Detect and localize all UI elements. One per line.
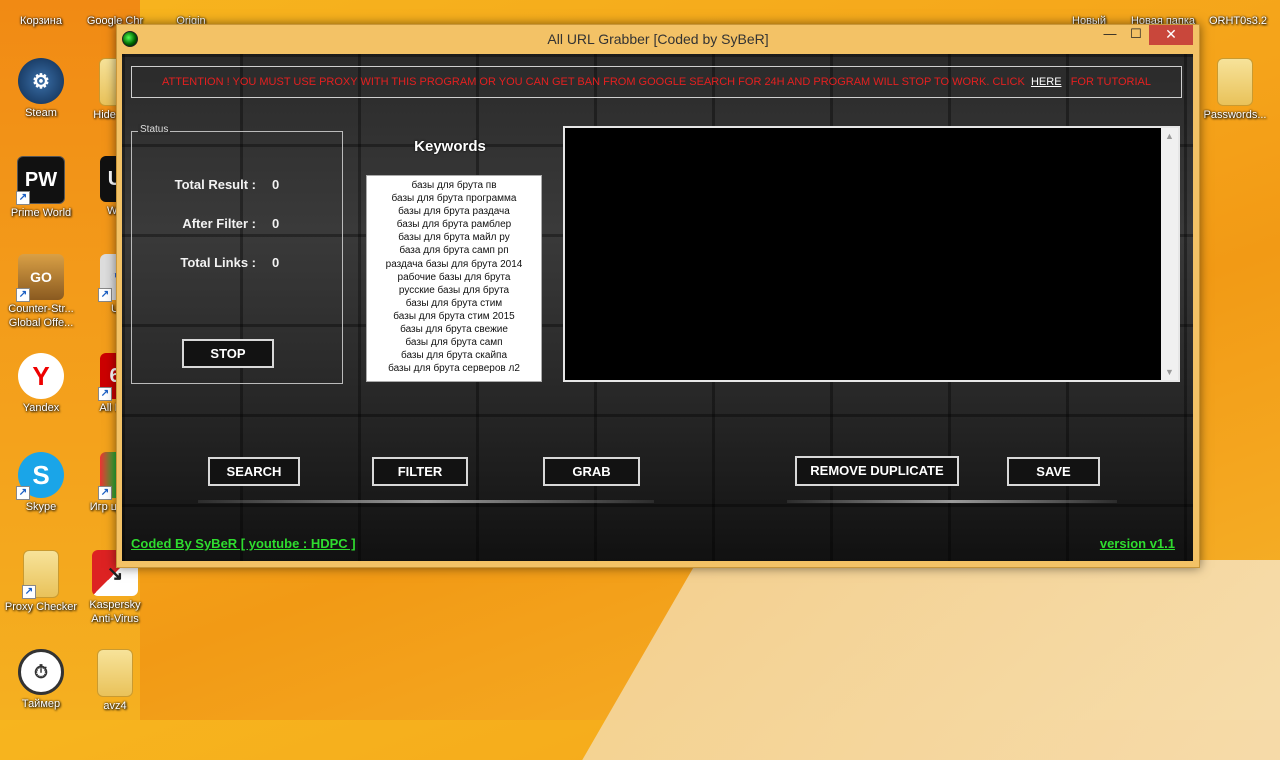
app-window: All URL Grabber [Coded by SyBeR] — ☐ ✕ A… <box>116 24 1200 568</box>
scroll-down-icon[interactable]: ▼ <box>1161 364 1178 380</box>
keyword-item: базы для брута скайпа <box>400 350 508 362</box>
keyword-item: базы для брута самп <box>405 337 503 349</box>
desktop-icon-steam[interactable]: ⚙ Steam <box>4 58 78 120</box>
desktop-icon-label: ORHT0s3.2 <box>1208 15 1268 27</box>
keyword-item: база для брута самп рп <box>399 245 509 257</box>
desktop-icon-recycle-bin[interactable]: Корзина <box>4 0 78 28</box>
desktop-icon-timer[interactable]: ⏱ Таймер <box>4 649 78 711</box>
prime-world-icon: PW <box>16 156 65 205</box>
stat-value: 0 <box>272 177 280 192</box>
warning-text: ATTENTION ! YOU MUST USE PROXY WITH THIS… <box>162 76 1025 88</box>
keyword-item: базы для брута свежие <box>400 324 508 336</box>
desktop-icon-yandex[interactable]: Y Yandex <box>4 353 78 415</box>
keyword-item: базы для брута стим <box>405 297 503 309</box>
remove-duplicate-button[interactable]: REMOVE DUPLICATE <box>795 456 959 486</box>
desktop-icon-label: Passwords... <box>1203 109 1267 121</box>
stat-label: After Filter : <box>182 216 256 231</box>
origin-icon <box>168 0 214 12</box>
keyword-item: раздача базы для брута 2014 <box>385 258 523 270</box>
status-legend: Status <box>138 124 171 135</box>
results-textarea[interactable]: ▲ ▼ <box>563 126 1180 382</box>
app-icon <box>1215 0 1261 12</box>
csgo-icon: GO <box>16 254 64 302</box>
recycle-bin-icon <box>18 0 64 12</box>
desktop-icon-label: avz4 <box>103 700 127 712</box>
desktop-icon-label: Корзина <box>20 15 62 27</box>
save-button[interactable]: SAVE <box>1007 457 1100 486</box>
stat-label: Total Links : <box>180 255 256 270</box>
keyword-item: базы для брута раздача <box>398 206 510 218</box>
keyword-item: русские базы для брута <box>398 284 510 296</box>
chrome-icon <box>92 0 138 12</box>
search-button[interactable]: SEARCH <box>208 457 300 486</box>
close-button[interactable]: ✕ <box>1149 25 1193 45</box>
scroll-up-icon[interactable]: ▲ <box>1161 128 1178 144</box>
stop-button[interactable]: STOP <box>182 339 274 368</box>
window-title: All URL Grabber [Coded by SyBeR] <box>547 31 769 47</box>
divider-right <box>787 500 1117 503</box>
wallpaper-shape <box>582 560 1280 760</box>
desktop-icon-passwords[interactable]: Passwords... <box>1198 58 1272 122</box>
desktop-icon-prime-world[interactable]: PW Prime World <box>4 156 78 220</box>
results-scrollbar[interactable]: ▲ ▼ <box>1161 128 1178 380</box>
document-icon <box>1066 0 1112 12</box>
stat-label: Total Result : <box>174 177 256 192</box>
grab-button[interactable]: GRAB <box>543 457 640 486</box>
yandex-icon: Y <box>18 353 64 399</box>
desktop-icon-orht[interactable]: ORHT0s3.2 <box>1201 0 1275 28</box>
desktop-icon-label: Proxy Checker <box>4 601 78 613</box>
app-client-area: ATTENTION ! YOU MUST USE PROXY WITH THIS… <box>122 54 1193 561</box>
clock-icon: ⏱ <box>18 649 64 695</box>
folder-icon <box>97 649 133 697</box>
stat-value: 0 <box>272 216 280 231</box>
folder-icon <box>1217 58 1253 106</box>
maximize-button[interactable]: ☐ <box>1123 25 1149 45</box>
filter-button[interactable]: FILTER <box>372 457 468 486</box>
steam-icon: ⚙ <box>18 58 64 104</box>
status-group: Status Total Result : 0 After Filter : 0… <box>131 124 343 384</box>
keywords-title: Keywords <box>414 138 486 155</box>
tutorial-link[interactable]: HERE <box>1031 76 1062 88</box>
desktop-icon-label: Таймер <box>21 698 61 710</box>
desktop-icon-label: Yandex <box>22 402 60 414</box>
desktop-icon-label: Counter-Str... Global Offe... <box>8 303 74 329</box>
desktop-icon-avz4[interactable]: avz4 <box>78 649 152 713</box>
folder-icon <box>1140 0 1186 12</box>
desktop-icon-label: Kaspersky Anti-Virus <box>89 599 141 625</box>
keywords-list[interactable]: базы для брута пв базы для брута программ… <box>366 175 542 382</box>
keyword-item: базы для брута стим 2015 <box>393 310 515 322</box>
version-link[interactable]: version v1.1 <box>1100 536 1175 551</box>
desktop-icon-label: Prime World <box>10 207 72 219</box>
keyword-item: базы для брута серверов л2 <box>388 363 520 375</box>
keyword-item: базы для брута майл ру <box>398 232 510 244</box>
folder-icon <box>22 550 59 599</box>
warning-suffix: FOR TUTORIAL <box>1070 76 1151 88</box>
desktop-icon-skype[interactable]: S Skype <box>4 452 78 514</box>
keyword-item: базы для брута пв <box>411 180 497 191</box>
desktop-icon-proxy-checker[interactable]: Proxy Checker <box>4 550 78 614</box>
desktop-icon-csgo[interactable]: GO Counter-Str... Global Offe... <box>4 254 78 330</box>
desktop-icon-label: Skype <box>25 501 57 513</box>
minimize-button[interactable]: — <box>1097 25 1123 45</box>
keyword-item: базы для брута рамблер <box>396 219 512 231</box>
stat-value: 0 <box>272 255 280 270</box>
skype-icon: S <box>16 452 64 500</box>
keyword-item: рабочие базы для брута <box>397 271 511 283</box>
title-bar[interactable]: All URL Grabber [Coded by SyBeR] — ☐ ✕ <box>117 25 1199 53</box>
divider-left <box>198 500 654 503</box>
credit-link[interactable]: Coded By SyBeR [ youtube : HDPC ] <box>131 536 356 551</box>
desktop-icon-label: Steam <box>25 107 57 119</box>
keyword-item: базы для брута программа <box>391 193 517 205</box>
proxy-warning-banner: ATTENTION ! YOU MUST USE PROXY WITH THIS… <box>131 66 1182 98</box>
